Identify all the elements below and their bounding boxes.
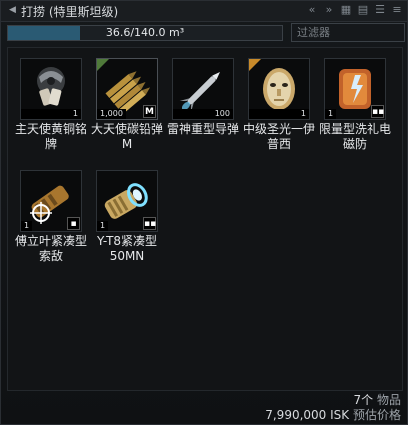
- item-name: 傅立叶紧凑型索敌: [14, 234, 87, 263]
- item-thumbnail[interactable]: 1 ▪▪: [96, 170, 158, 232]
- grid-view-icon[interactable]: ▦: [340, 3, 352, 16]
- slot-badge: ▪▪: [371, 105, 385, 118]
- item-quantity: 100: [173, 109, 233, 119]
- slot-badge: ▪: [67, 217, 80, 230]
- inventory-item[interactable]: 1 中级圣光一伊普西: [243, 58, 315, 152]
- inventory-item[interactable]: 1 ▪▪ Y-T8紧凑型50MN: [96, 170, 162, 264]
- list-view-icon[interactable]: ▤: [357, 3, 369, 16]
- menu-icon[interactable]: ≡: [391, 3, 403, 16]
- item-quantity: 1: [249, 109, 309, 119]
- details-view-icon[interactable]: ☰: [374, 3, 386, 16]
- item-thumbnail[interactable]: 1 ▪▪: [324, 58, 386, 120]
- item-thumbnail[interactable]: 1 ▪: [20, 170, 82, 232]
- title-bar-tools: « » ▦ ▤ ☰ ≡: [306, 3, 403, 16]
- item-name: Y-T8紧凑型50MN: [96, 234, 158, 263]
- slot-badge: ▪▪: [143, 217, 157, 230]
- inventory-item[interactable]: 1,000 M 大天使碳铅弹 M: [91, 58, 163, 152]
- inventory-item[interactable]: 1 ▪▪ 限量型洗礼电磁防: [319, 58, 391, 152]
- item-name: 主天使黄铜铭牌: [14, 122, 87, 151]
- item-thumbnail[interactable]: 1,000 M: [96, 58, 158, 120]
- item-quantity: 1: [21, 221, 33, 231]
- item-thumbnail[interactable]: 1: [20, 58, 82, 120]
- item-quantity: 1: [325, 109, 337, 119]
- item-name: 大天使碳铅弹 M: [90, 122, 163, 151]
- title-bar[interactable]: ◀ 打捞 (特里斯坦级) « » ▦ ▤ ☰ ≡: [1, 1, 407, 22]
- item-count-value: 7个: [353, 393, 374, 407]
- inventory-item[interactable]: 100 雷神重型导弹: [167, 58, 239, 137]
- item-quantity: 1: [21, 109, 81, 119]
- filter-input[interactable]: [291, 23, 405, 42]
- meta-level-corner: [249, 59, 261, 71]
- window-title: 打捞 (特里斯坦级): [21, 5, 119, 19]
- item-quantity: 1,000: [97, 109, 126, 119]
- item-name: 限量型洗礼电磁防: [318, 122, 391, 151]
- charge-size-badge: M: [143, 105, 156, 118]
- inventory-item[interactable]: 1 ▪ 傅立叶紧凑型索敌: [15, 170, 87, 264]
- item-thumbnail[interactable]: 100: [172, 58, 234, 120]
- item-quantity: 1: [97, 221, 109, 231]
- cargo-window: ◀ 打捞 (特里斯坦级) « » ▦ ▤ ☰ ≡ 36.6/140.0 m³ 过…: [0, 0, 408, 425]
- meta-level-corner: [97, 59, 109, 71]
- previous-icon[interactable]: «: [306, 3, 318, 16]
- items-panel: 1 主天使黄铜铭牌 1,000 M 大天使碳铅弹 M 100 雷神重型导弹 1 …: [7, 47, 403, 391]
- item-thumbnail[interactable]: 1: [248, 58, 310, 120]
- item-name: 雷神重型导弹: [166, 122, 239, 136]
- estimated-price-value: 7,990,000 ISK: [265, 408, 350, 422]
- next-icon[interactable]: »: [323, 3, 335, 16]
- collapse-triangle-icon[interactable]: ◀: [9, 5, 16, 15]
- item-count-label: 物品: [376, 393, 401, 407]
- inventory-item[interactable]: 1 主天使黄铜铭牌: [15, 58, 87, 152]
- estimated-price-label: 预估价格: [352, 408, 401, 422]
- capacity-bar: 36.6/140.0 m³: [7, 25, 283, 41]
- capacity-text: 36.6/140.0 m³: [105, 26, 185, 39]
- item-name: 中级圣光一伊普西: [242, 122, 315, 151]
- estimated-price: 7,990,000 ISK 预估价格: [265, 406, 401, 423]
